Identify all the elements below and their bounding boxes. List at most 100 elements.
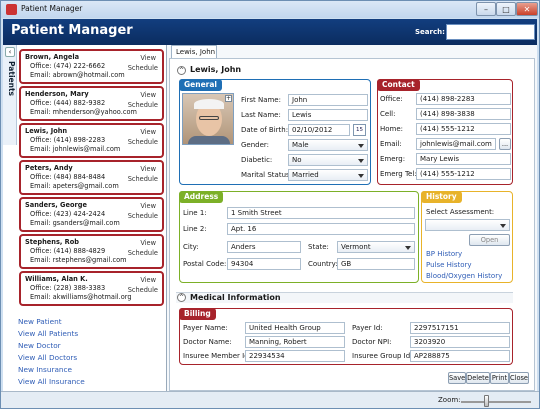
collapse-patient-icon[interactable]: ^ [177, 66, 186, 75]
bp-history-link[interactable]: BP History [426, 250, 462, 258]
payer-name-field[interactable]: United Health Group [245, 322, 345, 334]
zoom-slider-thumb[interactable] [484, 395, 489, 407]
view-link[interactable]: View [140, 128, 156, 137]
gender-select[interactable]: Male [288, 139, 368, 151]
last-name-field[interactable]: Lewis [288, 109, 368, 121]
patient-card[interactable]: Stephens, Rob Office: (414) 888-4829 Ema… [19, 234, 164, 269]
calendar-icon[interactable]: 15 [353, 124, 366, 136]
search-input[interactable] [446, 24, 535, 40]
title-bar[interactable]: Patient Manager – □ ✕ [1, 1, 539, 18]
email-compose-button[interactable]: ... [499, 138, 511, 150]
line1-label: Line 1: [183, 209, 207, 217]
patient-photo[interactable]: + [182, 93, 234, 145]
close-record-button[interactable]: Close [509, 372, 529, 384]
patient-card[interactable]: Henderson, Mary Office: (444) 882-9382 E… [19, 86, 164, 121]
view-link[interactable]: View [140, 165, 156, 174]
zoom-label: Zoom: [438, 396, 461, 404]
view-link[interactable]: View [140, 54, 156, 63]
view-link[interactable]: View [140, 91, 156, 100]
zoom-track[interactable] [461, 401, 531, 403]
home-field[interactable]: (414) 555-1212 [416, 123, 511, 135]
diabetic-value: No [292, 156, 302, 164]
diabetic-select[interactable]: No [288, 154, 368, 166]
member-id-label: Insuree Member Id: [183, 352, 252, 360]
doctor-name-field[interactable]: Manning, Robert [245, 336, 345, 348]
schedule-link[interactable]: Schedule [128, 175, 158, 184]
view-link[interactable]: View [140, 239, 156, 248]
collapse-medical-icon[interactable]: ^ [177, 293, 186, 302]
cell-field[interactable]: (414) 898-3838 [416, 108, 511, 120]
doctor-npi-field[interactable]: 3203920 [410, 336, 510, 348]
schedule-link[interactable]: Schedule [128, 249, 158, 258]
gender-label: Gender: [241, 141, 270, 149]
add-photo-icon[interactable]: + [225, 95, 232, 102]
new-doctor-link[interactable]: New Doctor [18, 341, 85, 353]
line1-field[interactable]: 1 Smith Street [227, 207, 415, 219]
status-bar: Zoom: [1, 391, 539, 408]
city-field[interactable]: Anders [227, 241, 301, 253]
dob-field[interactable]: 02/10/2012 [288, 124, 350, 136]
close-button[interactable]: ✕ [516, 2, 538, 16]
search-label: Search: [415, 28, 445, 36]
marital-label: Marital Status: [241, 171, 293, 179]
line2-field[interactable]: Apt. 16 [227, 223, 415, 235]
new-insurance-link[interactable]: New Insurance [18, 365, 85, 377]
first-name-field[interactable]: John [288, 94, 368, 106]
payer-id-field[interactable]: 2297517151 [410, 322, 510, 334]
country-label: Country: [308, 260, 338, 268]
address-group: Address Line 1: 1 Smith Street Line 2: A… [179, 191, 419, 283]
postal-label: Postal Code: [183, 260, 227, 268]
view-all-doctors-link[interactable]: View All Doctors [18, 353, 85, 365]
collapse-arrow-icon[interactable]: ‹ [5, 47, 15, 57]
assessment-select[interactable] [425, 219, 510, 231]
patient-office: Office: (414) 888-4829 [30, 247, 106, 255]
emerg-tel-field[interactable]: (414) 555-1212 [416, 168, 511, 180]
schedule-link[interactable]: Schedule [128, 101, 158, 110]
patient-card[interactable]: Lewis, John Office: (414) 898-2283 Email… [19, 123, 164, 158]
schedule-link[interactable]: Schedule [128, 138, 158, 147]
patient-office: Office: (228) 388-3383 [30, 284, 106, 292]
patient-email: Email: gsanders@mail.com [30, 219, 120, 227]
view-all-insurance-link[interactable]: View All Insurance [18, 377, 85, 389]
print-button[interactable]: Print [490, 372, 509, 384]
country-field[interactable]: GB [337, 258, 415, 270]
patient-card[interactable]: Peters, Andy Office: (484) 884-8484 Emai… [19, 160, 164, 195]
patients-tab[interactable]: ‹ Patients [3, 45, 17, 145]
patient-email: Email: akwilliams@hotmail.org [30, 293, 132, 301]
patient-email: Email: mhenderson@yahoo.com [30, 108, 137, 116]
office-field[interactable]: (414) 898-2283 [416, 93, 511, 105]
group-id-field[interactable]: AP288875 [410, 350, 510, 362]
schedule-link[interactable]: Schedule [128, 286, 158, 295]
pulse-history-link[interactable]: Pulse History [426, 261, 472, 269]
patient-card[interactable]: Brown, Angela Office: (474) 222-6662 Ema… [19, 49, 164, 84]
marital-value: Married [292, 171, 319, 179]
general-group: General + First Name: John Last Name: Le… [179, 79, 371, 185]
delete-button[interactable]: Delete [466, 372, 490, 384]
tab-lewis-john[interactable]: Lewis, John [171, 45, 217, 58]
save-button[interactable]: Save [448, 372, 466, 384]
schedule-link[interactable]: Schedule [128, 64, 158, 73]
view-link[interactable]: View [140, 202, 156, 211]
patient-heading: Lewis, John [190, 65, 242, 74]
view-link[interactable]: View [140, 276, 156, 285]
postal-field[interactable]: 94304 [227, 258, 301, 270]
member-id-field[interactable]: 22934534 [245, 350, 345, 362]
patient-name: Sanders, George [25, 201, 87, 209]
minimize-button[interactable]: – [476, 2, 496, 16]
open-button[interactable]: Open [469, 234, 510, 246]
maximize-button[interactable]: □ [496, 2, 516, 16]
patient-card[interactable]: Williams, Alan K. Office: (228) 388-3383… [19, 271, 164, 306]
window-title: Patient Manager [21, 4, 83, 13]
view-all-patients-link[interactable]: View All Patients [18, 329, 85, 341]
blood-oxygen-history-link[interactable]: Blood/Oxygen History [426, 272, 502, 280]
schedule-link[interactable]: Schedule [128, 212, 158, 221]
patient-office: Office: (423) 424-2424 [30, 210, 106, 218]
emerg-field[interactable]: Mary Lewis [416, 153, 511, 165]
email-field[interactable]: johnlewis@mail.com [416, 138, 496, 150]
group-id-label: Insuree Group Id: [352, 352, 413, 360]
new-patient-link[interactable]: New Patient [18, 317, 85, 329]
marital-select[interactable]: Married [288, 169, 368, 181]
patient-email: Email: johnlewis@mail.com [30, 145, 121, 153]
patient-card[interactable]: Sanders, George Office: (423) 424-2424 E… [19, 197, 164, 232]
state-select[interactable]: Vermont [337, 241, 415, 253]
